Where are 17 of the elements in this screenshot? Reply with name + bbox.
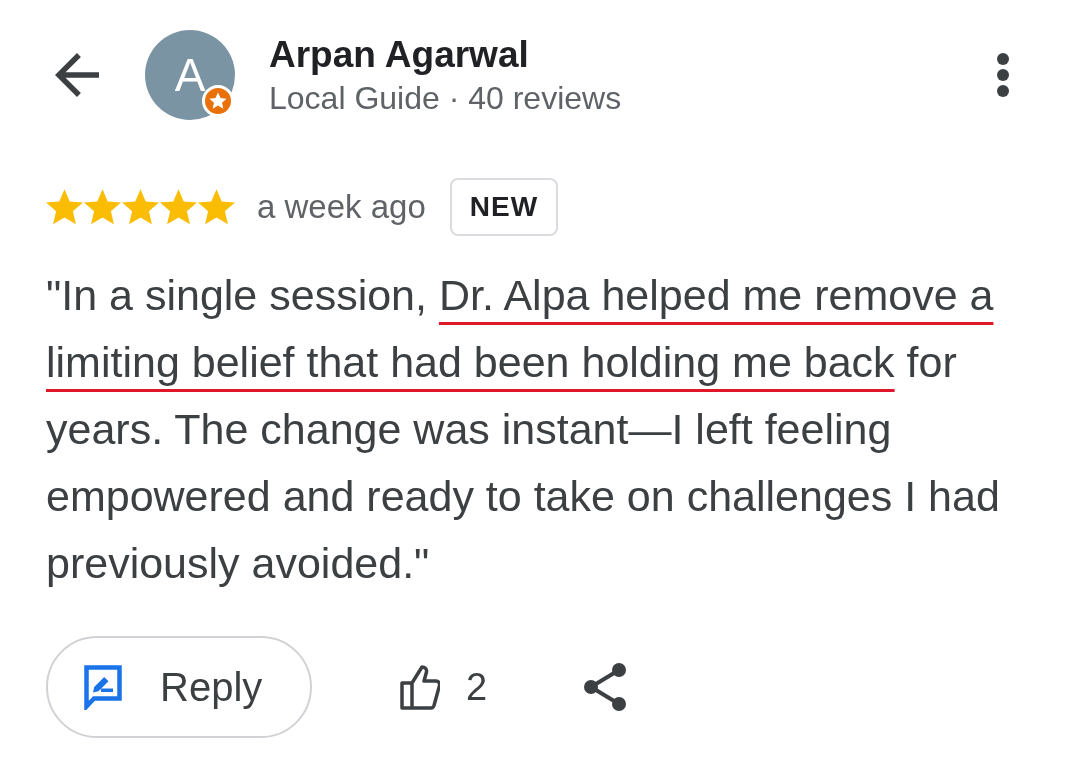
share-icon[interactable] [583,663,628,711]
star-icon [160,189,197,225]
star-icon [198,189,235,225]
more-menu-icon[interactable] [997,53,1009,97]
reviewer-subtitle: Local Guide · 40 reviews [269,79,622,118]
star-icon [122,189,159,225]
like-button[interactable]: 2 [400,658,488,716]
star-icon [84,189,121,225]
star-icon [46,189,83,225]
pencil-bubble-icon [84,664,122,710]
review-text: "In a single session, Dr. Alpa helped me remove a limiting belief that had been holding me back for years. The change was instant—I left feeling empowered and ready to take on challenges I had previously avoided." [46,270,1001,589]
back-arrow-icon[interactable] [55,53,99,97]
reply-button[interactable]: Reply [46,636,312,738]
thumbs-up-icon [400,664,440,710]
new-badge: NEW [449,178,559,236]
reviewer-name[interactable]: Arpan Agarwal [269,32,622,78]
review-time: a week ago [257,187,426,228]
